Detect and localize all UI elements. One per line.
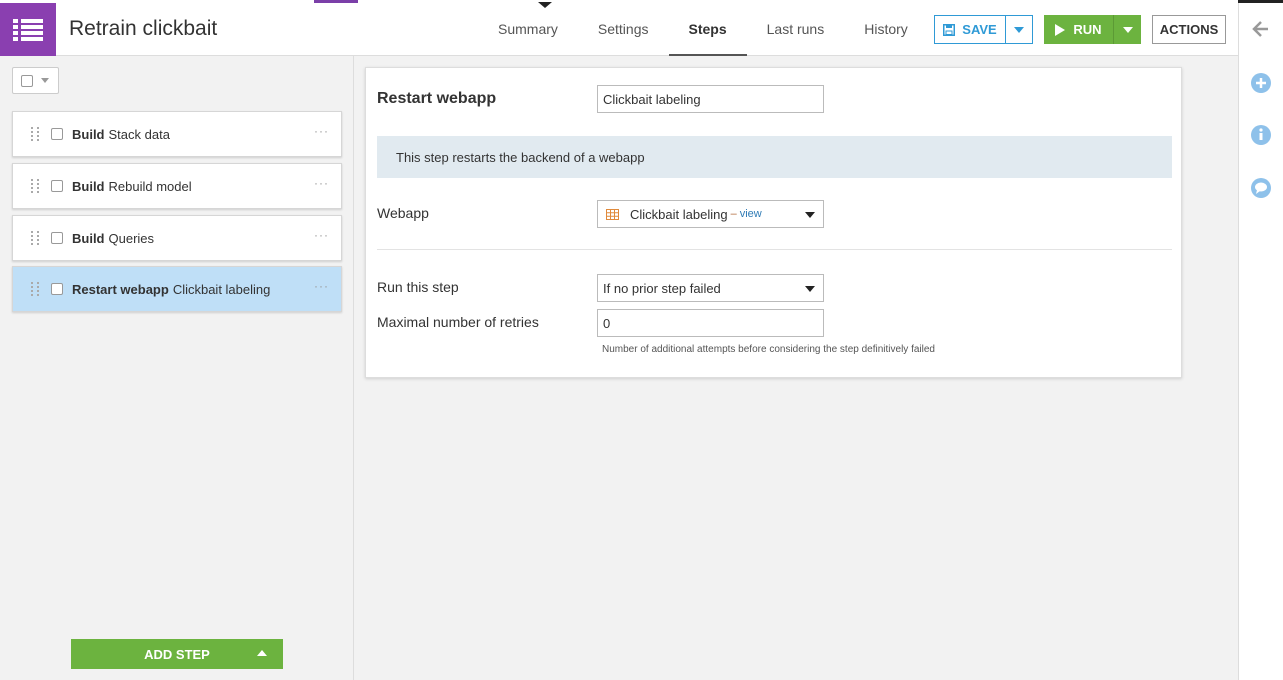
run-button[interactable]: RUN	[1044, 15, 1113, 44]
step-type: Restart webapp	[72, 281, 169, 297]
active-app-indicator	[314, 0, 358, 3]
step-checkbox[interactable]	[51, 128, 63, 140]
run-condition-select[interactable]: If no prior step failed	[597, 274, 824, 302]
play-icon	[1055, 23, 1066, 36]
plus-circle-icon[interactable]	[1250, 72, 1272, 94]
drag-handle-icon[interactable]	[31, 282, 39, 296]
view-separator: –	[730, 208, 737, 220]
step-checkbox[interactable]	[51, 180, 63, 192]
page-title: Retrain clickbait	[69, 17, 218, 40]
tab-last-runs[interactable]: Last runs	[747, 3, 845, 56]
add-step-label: ADD STEP	[144, 646, 210, 662]
tab-history[interactable]: History	[844, 3, 928, 56]
right-rail	[1238, 3, 1283, 680]
more-options-icon[interactable]: ···	[314, 124, 329, 138]
step-name: Queries	[108, 230, 155, 246]
step-checkbox[interactable]	[51, 283, 63, 295]
arrow-left-icon[interactable]	[1250, 18, 1272, 40]
save-options-button[interactable]	[1005, 15, 1033, 44]
step-checkbox[interactable]	[51, 232, 63, 244]
tab-notch	[538, 2, 552, 8]
step-name-input[interactable]: Clickbait labeling	[597, 85, 824, 113]
chevron-down-icon	[1122, 26, 1133, 33]
run-options-button[interactable]	[1113, 15, 1141, 44]
chevron-down-icon	[41, 78, 49, 83]
step-title: Restart webapp	[377, 90, 497, 107]
step-type: Build	[72, 230, 105, 246]
info-box: This step restarts the backend of a weba…	[377, 136, 1172, 178]
webapp-value: Clickbait labeling	[630, 206, 728, 222]
run-step-label: Run this step	[377, 279, 459, 295]
divider	[377, 249, 1172, 250]
drag-handle-icon[interactable]	[31, 179, 39, 193]
step-settings-card: Restart webapp Clickbait labeling This s…	[365, 67, 1182, 378]
webapp-select[interactable]: Clickbait labeling – view	[597, 200, 824, 228]
chevron-up-icon	[257, 650, 267, 656]
add-step-button[interactable]: ADD STEP	[71, 639, 283, 669]
more-options-icon[interactable]: ···	[314, 176, 329, 190]
run-label: RUN	[1073, 22, 1102, 37]
step-item[interactable]: Build Rebuild model ···	[12, 163, 342, 209]
step-item[interactable]: Build Stack data ···	[12, 111, 342, 157]
tab-summary[interactable]: Summary	[478, 3, 578, 56]
more-options-icon[interactable]: ···	[314, 279, 329, 293]
select-all-dropdown[interactable]	[12, 67, 59, 94]
step-item-selected[interactable]: Restart webapp Clickbait labeling ···	[12, 266, 342, 312]
actions-button[interactable]: ACTIONS	[1152, 15, 1226, 44]
step-name: Clickbait labeling	[172, 281, 271, 297]
info-circle-icon[interactable]	[1250, 124, 1272, 146]
table-grid-icon	[606, 208, 619, 220]
view-link[interactable]: view	[740, 208, 762, 220]
drag-handle-icon[interactable]	[31, 127, 39, 141]
step-item[interactable]: Build Queries ···	[12, 215, 342, 261]
run-condition-value: If no prior step failed	[603, 280, 721, 296]
drag-handle-icon[interactable]	[31, 231, 39, 245]
nav-tabs: Summary Settings Steps Last runs History	[478, 3, 928, 56]
select-all-checkbox[interactable]	[21, 74, 33, 87]
step-type: Build	[72, 126, 105, 142]
header-bar: Retrain clickbait Summary Settings Steps…	[0, 0, 1238, 56]
steps-sidebar: Build Stack data ··· Build Rebuild model…	[0, 56, 354, 680]
retries-input[interactable]: 0	[597, 309, 824, 337]
chevron-down-icon	[1014, 26, 1024, 33]
save-label: SAVE	[962, 22, 997, 37]
chevron-down-icon	[805, 212, 815, 218]
step-name: Stack data	[108, 126, 170, 142]
chevron-down-icon	[805, 286, 815, 292]
step-name: Rebuild model	[108, 178, 192, 194]
floppy-disk-icon	[943, 23, 956, 36]
save-button[interactable]: SAVE	[934, 15, 1006, 44]
chat-bubble-icon[interactable]	[1250, 177, 1272, 199]
list-icon[interactable]	[0, 3, 56, 56]
step-type: Build	[72, 178, 105, 194]
more-options-icon[interactable]: ···	[314, 228, 329, 242]
tab-settings[interactable]: Settings	[578, 3, 669, 56]
tab-steps[interactable]: Steps	[668, 3, 747, 56]
retries-help-text: Number of additional attempts before con…	[602, 344, 935, 355]
webapp-label: Webapp	[377, 205, 429, 221]
retries-label: Maximal number of retries	[377, 314, 539, 330]
